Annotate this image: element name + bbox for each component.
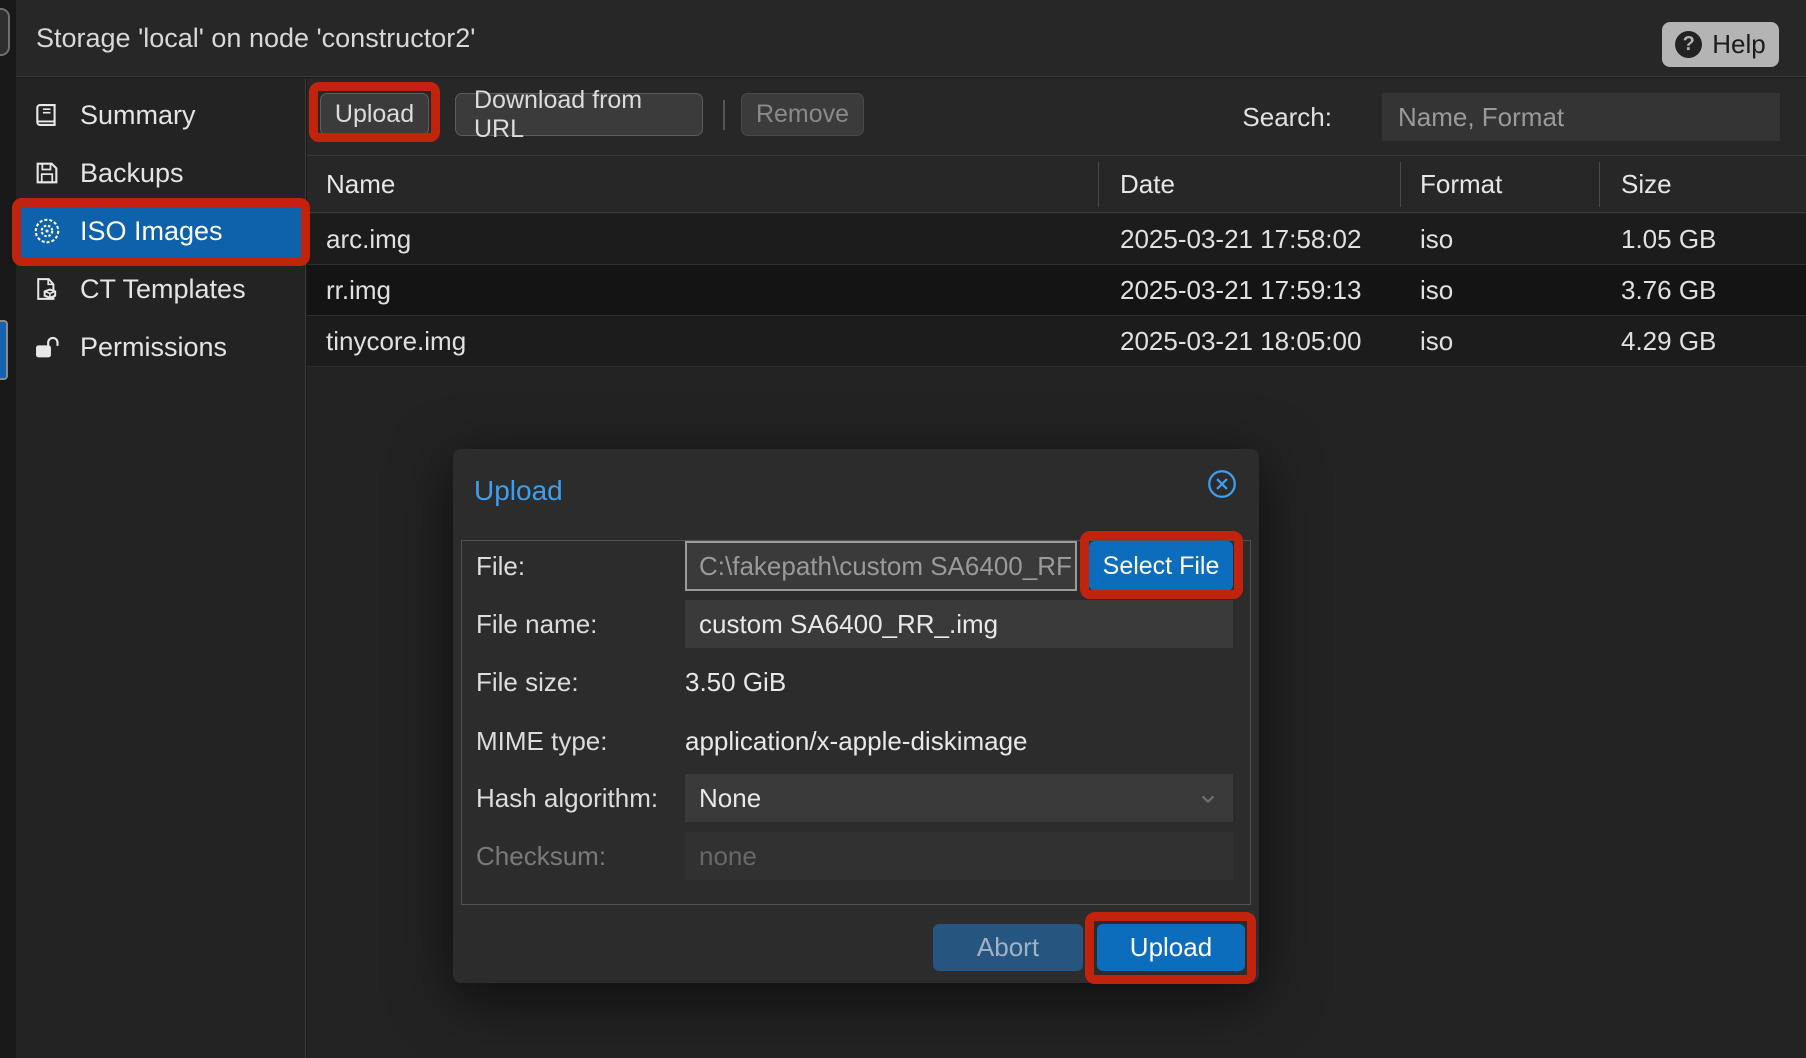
upload-dialog: Upload File: C:\fakepath\custom SA6400_R… [453,449,1259,983]
sidebar-item-summary[interactable]: Summary [16,86,305,144]
sidebar-item-label: Backups [80,158,184,189]
upload-button[interactable]: Upload [320,93,429,136]
cell-name: tinycore.img [326,316,466,366]
cell-format: iso [1420,316,1453,366]
sidebar-item-permissions[interactable]: Permissions [16,318,305,376]
help-button-label: Help [1712,29,1765,60]
hash-algorithm-label: Hash algorithm: [476,774,658,822]
disc-icon [30,216,64,246]
panel-header: Storage 'local' on node 'constructor2' ?… [16,0,1806,77]
column-divider [1400,162,1401,207]
column-divider [1098,162,1099,207]
sidebar-item-label: Permissions [80,332,227,363]
unlock-icon [30,333,64,361]
file-label: File: [476,542,525,590]
cell-date: 2025-03-21 18:05:00 [1120,316,1361,366]
column-header-format[interactable]: Format [1420,156,1502,213]
tree-selection-stub [0,320,8,380]
remove-button: Remove [741,93,864,136]
table-row-tinycore-img[interactable]: tinycore.img 2025-03-21 18:05:00 iso 4.2… [307,316,1806,367]
storage-sidebar: Summary Backups ISO Images [16,78,306,1058]
file-size-value: 3.50 GiB [685,658,786,706]
mime-type-label: MIME type: [476,717,607,765]
hash-algorithm-select[interactable]: None [685,774,1233,822]
file-name-input[interactable] [685,600,1233,648]
toolbar-separator [723,100,725,130]
search-area: Search: [1242,78,1780,156]
close-icon[interactable] [1205,467,1239,501]
chevron-down-icon [1197,788,1219,810]
hash-algorithm-value: None [699,783,761,813]
column-header-date[interactable]: Date [1120,156,1175,213]
checksum-input [685,832,1233,880]
search-label: Search: [1242,102,1332,133]
column-header-name[interactable]: Name [326,156,395,213]
cell-date: 2025-03-21 17:59:13 [1120,265,1361,315]
abort-button: Abort [933,924,1083,971]
cell-size: 4.29 GB [1621,316,1716,366]
mime-type-value: application/x-apple-diskimage [685,717,1028,765]
file-path-input[interactable]: C:\fakepath\custom SA6400_RF [685,541,1077,591]
collapsed-panel-stub[interactable] [0,8,10,56]
sidebar-item-iso-images[interactable]: ISO Images [20,202,305,260]
cell-name: rr.img [326,265,391,315]
left-edge-strip [0,0,16,1058]
iso-toolbar: Upload Download from URL Remove Search: [307,78,1806,156]
sidebar-item-backups[interactable]: Backups [16,144,305,202]
download-from-url-button[interactable]: Download from URL [455,93,703,136]
help-button[interactable]: ? Help [1662,22,1779,67]
cell-size: 1.05 GB [1621,214,1716,264]
page-title: Storage 'local' on node 'constructor2' [36,0,475,77]
select-file-button[interactable]: Select File [1089,541,1233,591]
sidebar-item-ct-templates[interactable]: CT Templates [16,260,305,318]
sidebar-item-label: ISO Images [80,216,223,247]
cell-size: 3.76 GB [1621,265,1716,315]
sidebar-item-label: Summary [80,100,196,131]
dialog-upload-button[interactable]: Upload [1097,924,1245,971]
file-size-label: File size: [476,658,579,706]
question-circle-icon: ? [1675,31,1702,58]
book-icon [30,101,64,129]
column-header-size[interactable]: Size [1621,156,1672,213]
table-row-arc-img[interactable]: arc.img 2025-03-21 17:58:02 iso 1.05 GB [307,214,1806,265]
dialog-title: Upload [474,475,563,507]
storage-content-panel: Storage 'local' on node 'constructor2' ?… [0,0,1806,1058]
checksum-label: Checksum: [476,832,606,880]
file-name-label: File name: [476,600,597,648]
search-input[interactable] [1382,93,1780,141]
cell-date: 2025-03-21 17:58:02 [1120,214,1361,264]
sidebar-item-label: CT Templates [80,274,246,305]
table-header: Name Date Format Size [307,156,1806,213]
floppy-icon [30,159,64,187]
cell-format: iso [1420,214,1453,264]
template-icon [30,275,64,303]
cell-format: iso [1420,265,1453,315]
cell-name: arc.img [326,214,411,264]
column-divider [1599,162,1600,207]
table-row-rr-img[interactable]: rr.img 2025-03-21 17:59:13 iso 3.76 GB [307,265,1806,316]
